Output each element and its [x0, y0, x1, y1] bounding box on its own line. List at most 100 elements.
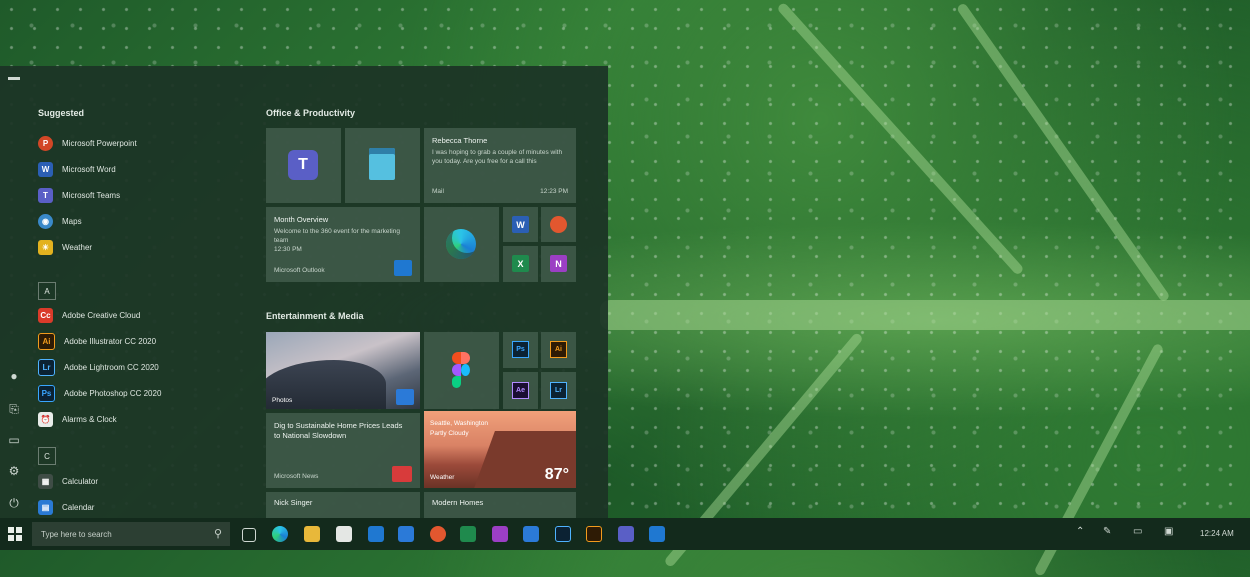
tile-edge[interactable] [424, 207, 499, 282]
calendar-taskbar-icon[interactable] [398, 526, 414, 542]
illustrator-icon: Ai [550, 341, 567, 358]
lightroom-taskbar-icon[interactable] [555, 526, 571, 542]
start-rail: ● ⎘ ▭ ⚙ ⏻ [0, 66, 30, 518]
word-icon: W [38, 161, 53, 177]
weather-city: Seattle, Washington [430, 420, 488, 427]
tile-word[interactable]: W [503, 207, 538, 242]
app-adobe-creative-cloud[interactable]: Cc Adobe Creative Cloud [38, 306, 238, 324]
hamburger-menu-icon[interactable] [8, 78, 20, 80]
store-icon[interactable] [336, 526, 352, 542]
mail-app-name: Mail [432, 188, 444, 195]
tile-excel[interactable]: X [503, 246, 538, 282]
alarm-clock-icon: ⏰ [38, 411, 53, 427]
word-icon: W [512, 216, 529, 233]
tile-after-effects[interactable]: Ae [503, 372, 538, 409]
taskbar-search-box[interactable]: Type here to search ⚲ [32, 522, 230, 546]
tile-outlook-calendar[interactable]: Month Overview Welcome to the 360 event … [266, 207, 420, 282]
tile-mail[interactable]: Rebecca Thorne I was hoping to grab a co… [424, 128, 576, 203]
mail-preview: I was hoping to grab a couple of minutes… [432, 149, 563, 165]
app-calculator[interactable]: ▦ Calculator [38, 472, 238, 490]
onenote-icon: N [550, 255, 567, 272]
tile-onenote[interactable]: N [541, 246, 576, 282]
app-weather[interactable]: ☀ Weather [38, 238, 238, 256]
pen-icon[interactable]: ✎ [1103, 526, 1111, 537]
file-explorer-icon[interactable] [304, 526, 320, 542]
tile-illustrator[interactable]: Ai [541, 332, 576, 368]
group-heading-entertainment: Entertainment & Media [266, 311, 364, 321]
maps-icon: ◉ [38, 213, 53, 229]
tile-music[interactable]: Nick Singer [266, 492, 420, 518]
tile-figma[interactable] [424, 332, 499, 409]
photos-taskbar-icon[interactable] [523, 526, 539, 542]
app-word[interactable]: W Microsoft Word [38, 160, 238, 178]
app-alarms-clock[interactable]: ⏰ Alarms & Clock [38, 410, 238, 428]
app-teams[interactable]: T Microsoft Teams [38, 186, 238, 204]
illustrator-icon: Ai [38, 332, 55, 350]
teams-icon: T [288, 150, 318, 180]
letter-header-c[interactable]: C [38, 447, 56, 465]
app-calendar[interactable]: ▤ Calendar [38, 498, 238, 516]
app-label: Microsoft Word [62, 164, 116, 174]
app-label: Microsoft Powerpoint [62, 138, 137, 148]
weather-temperature: 87° [544, 466, 569, 483]
weather-description: Partly Cloudy [430, 430, 469, 437]
app-label: Adobe Creative Cloud [62, 310, 141, 320]
event-description: Welcome to the 360 event for the marketi… [274, 228, 400, 244]
outlook-icon [394, 260, 412, 276]
excel-taskbar-icon[interactable] [460, 526, 476, 542]
search-placeholder: Type here to search [41, 529, 112, 539]
task-view-icon[interactable] [242, 528, 256, 542]
powerpoint-icon [550, 216, 567, 233]
app-label: Microsoft Teams [62, 190, 121, 200]
outlook-taskbar-icon[interactable] [368, 526, 384, 542]
after-effects-icon: Ae [512, 382, 529, 399]
tile-teams[interactable]: T [266, 128, 341, 203]
calendar-icon: ▤ [38, 499, 53, 515]
tile-weather[interactable]: Seattle, Washington Partly Cloudy Weathe… [424, 411, 576, 488]
tray-overflow-icon[interactable]: ⌃ [1076, 526, 1084, 537]
app-adobe-illustrator[interactable]: Ai Adobe Illustrator CC 2020 [38, 332, 238, 350]
app-adobe-lightroom[interactable]: Lr Adobe Lightroom CC 2020 [38, 358, 238, 376]
pinned-tiles: Office & Productivity T Rebecca Thorne I… [266, 66, 586, 518]
battery-icon[interactable]: ▭ [1133, 526, 1142, 537]
network-icon[interactable]: ▣ [1164, 526, 1173, 537]
tile-photoshop[interactable]: Ps [503, 332, 538, 368]
windows-start-icon[interactable] [8, 527, 22, 541]
letter-header-a[interactable]: A [38, 282, 56, 300]
tile-notepad[interactable] [345, 128, 420, 203]
lightroom-icon: Lr [38, 358, 55, 376]
edge-taskbar-icon[interactable] [272, 526, 288, 542]
teams-icon: T [38, 187, 53, 203]
notepad-icon [369, 148, 395, 180]
weather-app-name: Weather [430, 474, 455, 481]
tile-lightroom[interactable]: Lr [541, 372, 576, 409]
taskbar-clock[interactable]: 12:24 AM [1200, 529, 1234, 538]
news-icon [392, 466, 412, 482]
tile-news[interactable]: Dig to Sustainable Home Prices Leads to … [266, 413, 420, 488]
pictures-icon[interactable]: ▭ [7, 433, 21, 447]
app-label: Adobe Photoshop CC 2020 [64, 388, 162, 398]
outlook-app-name: Microsoft Outlook [274, 267, 325, 274]
app-adobe-photoshop[interactable]: Ps Adobe Photoshop CC 2020 [38, 384, 238, 402]
start-menu: ● ⎘ ▭ ⚙ ⏻ Suggested P Microsoft Powerpoi… [0, 66, 608, 518]
edge-icon [446, 229, 476, 259]
illustrator-taskbar-icon[interactable] [586, 526, 602, 542]
app-maps[interactable]: ◉ Maps [38, 212, 238, 230]
onenote-taskbar-icon[interactable] [492, 526, 508, 542]
app-powerpoint[interactable]: P Microsoft Powerpoint [38, 134, 238, 152]
teams-taskbar-icon[interactable] [618, 526, 634, 542]
settings-gear-icon[interactable]: ⚙ [7, 464, 21, 478]
wallpaper-leaf-midrib [600, 300, 1250, 330]
documents-icon[interactable]: ⎘ [7, 402, 21, 416]
tile-powerpoint[interactable] [541, 207, 576, 242]
tile-photos[interactable]: Photos [266, 332, 420, 409]
power-icon[interactable]: ⏻ [7, 496, 21, 510]
user-avatar-icon[interactable]: ● [7, 369, 21, 383]
powerpoint-taskbar-icon[interactable] [430, 526, 446, 542]
calculator-icon: ▦ [38, 473, 53, 489]
mail-taskbar-icon[interactable] [649, 526, 665, 542]
app-label: Maps [62, 216, 82, 226]
app-label: Calculator [62, 476, 99, 486]
excel-icon: X [512, 255, 529, 272]
tile-modern-homes[interactable]: Modern Homes [424, 492, 576, 518]
